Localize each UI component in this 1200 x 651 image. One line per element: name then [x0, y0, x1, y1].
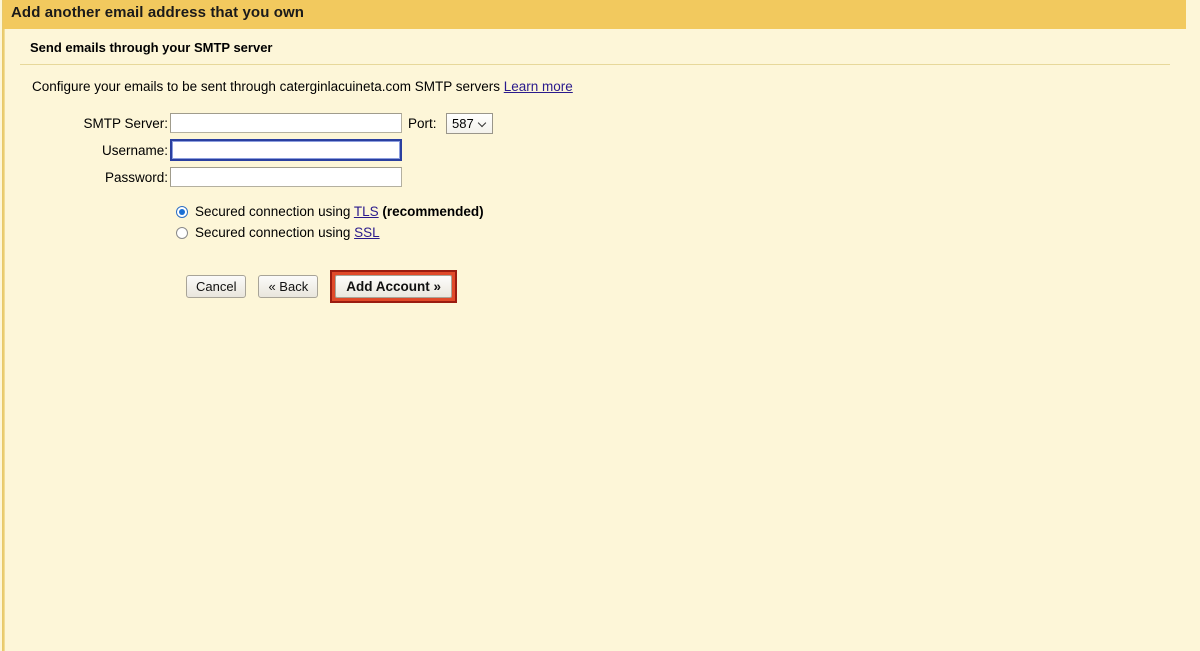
add-account-button[interactable]: Add Account » — [335, 275, 452, 298]
username-label: Username: — [101, 143, 168, 158]
smtp-server-label-holder: SMTP Server: — [0, 113, 168, 135]
security-option-tls-label: Secured connection using TLS (recommende… — [195, 204, 484, 219]
description-text: Configure your emails to be sent through… — [32, 79, 504, 94]
tls-link[interactable]: TLS — [354, 204, 379, 219]
chevron-down-icon — [479, 119, 488, 128]
cancel-button[interactable]: Cancel — [186, 275, 247, 298]
form-button-row: Cancel « Back Add Account » — [186, 270, 457, 303]
page-left-border — [2, 0, 5, 651]
ssl-link[interactable]: SSL — [354, 225, 380, 240]
tls-prefix-text: Secured connection using — [195, 204, 354, 219]
password-label: Password: — [104, 170, 168, 185]
username-label-holder: Username: — [0, 140, 168, 162]
password-input[interactable] — [170, 167, 402, 187]
security-option-tls[interactable]: Secured connection using TLS (recommende… — [176, 201, 484, 222]
smtp-server-input[interactable] — [170, 113, 402, 133]
radio-tls[interactable] — [176, 205, 188, 218]
port-select-value: 587 — [452, 116, 474, 131]
section-heading: Send emails through your SMTP server — [30, 40, 273, 55]
smtp-form: SMTP Server: Port: 587 Username: Passwor… — [0, 113, 1200, 194]
section-description: Configure your emails to be sent through… — [32, 79, 573, 94]
smtp-server-label: SMTP Server: — [83, 116, 168, 131]
security-options-group: Secured connection using TLS (recommende… — [176, 201, 484, 243]
security-option-ssl-label: Secured connection using SSL — [195, 225, 380, 240]
radio-ssl[interactable] — [176, 226, 188, 239]
learn-more-link[interactable]: Learn more — [504, 79, 573, 94]
port-select[interactable]: 587 — [446, 113, 493, 134]
page-header-bar: Add another email address that you own — [3, 0, 1186, 29]
page-title: Add another email address that you own — [11, 4, 305, 21]
add-account-highlight-box: Add Account » — [330, 270, 457, 303]
port-label: Port: — [408, 116, 437, 131]
form-row-password: Password: — [0, 167, 1200, 194]
form-row-username: Username: — [0, 139, 1200, 167]
ssl-prefix-text: Secured connection using — [195, 225, 355, 240]
section-divider — [20, 64, 1170, 65]
username-input[interactable] — [170, 139, 402, 161]
back-button[interactable]: « Back — [258, 275, 319, 298]
security-option-ssl[interactable]: Secured connection using SSL — [176, 222, 484, 243]
tls-recommended-text: (recommended) — [378, 204, 484, 219]
form-row-smtp-server: SMTP Server: Port: 587 — [0, 113, 1200, 140]
password-label-holder: Password: — [0, 167, 168, 189]
